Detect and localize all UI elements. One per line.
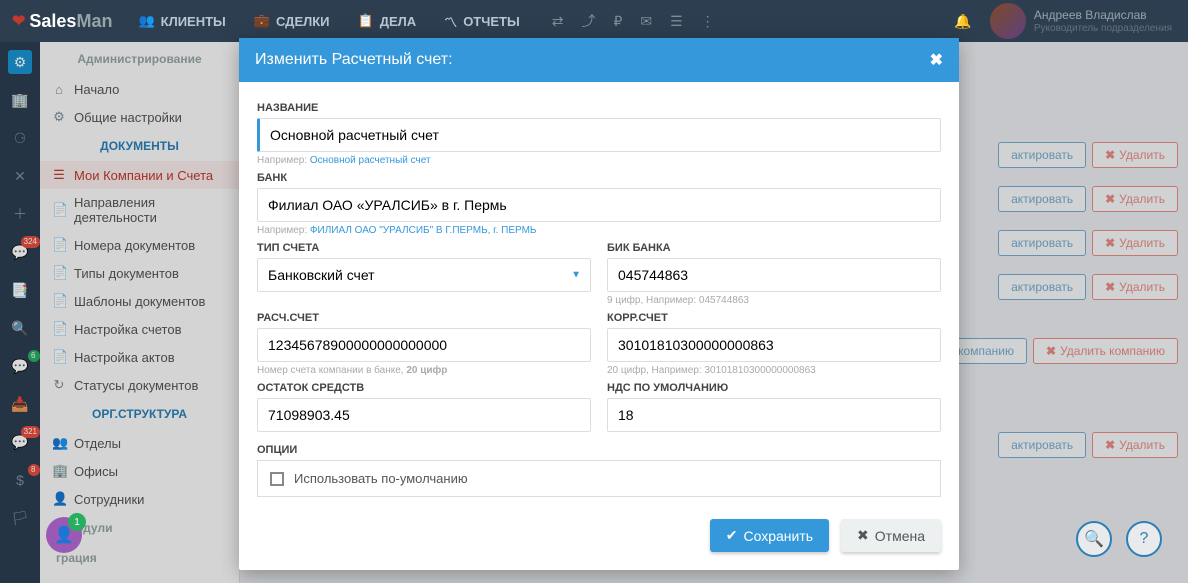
user-block[interactable]: Андреев Владислав Руководитель подраздел… [990,3,1188,39]
name-hint: Например: Основной расчетный счет [257,155,941,166]
bik-hint: 9 цифр, Например: 045744863 [607,295,941,306]
layers-icon[interactable]: ☰ [670,13,683,30]
bank-hint: Например: ФИЛИАЛ ОАО "УРАЛСИБ" В Г.ПЕРМЬ… [257,225,941,236]
name-input[interactable] [257,118,941,152]
heart-icon: ❤ [12,11,25,31]
user-role: Руководитель подразделения [1034,23,1172,34]
ruble-icon[interactable]: ₽ [613,13,622,30]
bik-label: БИК БАНКА [607,242,941,254]
top-navbar: ❤ SalesMan 👥КЛИЕНТЫ 💼СДЕЛКИ 📋ДЕЛА 〽ОТЧЕТ… [0,0,1188,42]
type-label: ТИП СЧЕТА [257,242,591,254]
shuffle-icon[interactable]: ⇄ [552,13,564,30]
more-icon[interactable]: ⋮ [701,13,715,30]
use-default-label: Использовать по-умолчанию [294,471,468,486]
nav-tasks[interactable]: 📋ДЕЛА [344,0,431,42]
ks-hint: 20 цифр, Например: 30101810300000000863 [607,365,941,376]
save-button[interactable]: ✔Сохранить [710,519,829,552]
modal-header: Изменить Расчетный счет: ✖ [239,38,959,82]
use-default-checkbox[interactable]: Использовать по-умолчанию [257,460,941,497]
close-icon[interactable]: ✖ [930,50,943,70]
name-label: НАЗВАНИЕ [257,102,941,114]
bik-input[interactable] [607,258,941,292]
ks-input[interactable] [607,328,941,362]
check-icon: ✔ [726,527,738,544]
nav-deals[interactable]: 💼СДЕЛКИ [240,0,344,42]
rs-label: РАСЧ.СЧЕТ [257,312,591,324]
bank-input[interactable] [257,188,941,222]
logo[interactable]: ❤ SalesMan [0,11,124,32]
user-name: Андреев Владислав [1034,8,1172,22]
chart-icon: 〽 [444,12,457,31]
avatar [990,3,1026,39]
rs-hint: Номер счета компании в банке, 20 цифр [257,365,591,376]
clipboard-icon: 📋 [358,13,374,29]
edit-account-modal: Изменить Расчетный счет: ✖ НАЗВАНИЕ Напр… [239,38,959,570]
vat-label: НДС ПО УМОЛЧАНИЮ [607,382,941,394]
question-icon: ? [1140,530,1149,548]
users-icon: 👥 [138,13,154,29]
bank-label: БАНК [257,172,941,184]
share-icon[interactable]: ⤴ [581,11,595,31]
cancel-button[interactable]: ✖Отмена [841,519,941,552]
briefcase-icon: 💼 [254,13,270,29]
vat-input[interactable] [607,398,941,432]
help-button[interactable]: ? [1126,521,1162,557]
fab-button[interactable]: 👤 1 [46,517,82,553]
rs-input[interactable] [257,328,591,362]
mail-icon[interactable]: ✉ [640,13,652,30]
type-select[interactable] [257,258,591,292]
balance-input[interactable] [257,398,591,432]
bell-icon[interactable]: 🔔 [954,13,971,30]
close-icon: ✖ [857,527,869,544]
nav-reports[interactable]: 〽ОТЧЕТЫ [430,0,534,42]
fab-badge: 1 [68,513,86,531]
nav-clients[interactable]: 👥КЛИЕНТЫ [124,0,239,42]
options-label: ОПЦИИ [257,444,941,456]
checkbox-icon [270,472,284,486]
search-icon: 🔍 [1084,529,1104,549]
balance-label: ОСТАТОК СРЕДСТВ [257,382,591,394]
chevron-down-icon: ▼ [571,270,581,281]
ks-label: КОРР.СЧЕТ [607,312,941,324]
search-circle-button[interactable]: 🔍 [1076,521,1112,557]
modal-title: Изменить Расчетный счет: [255,51,453,69]
